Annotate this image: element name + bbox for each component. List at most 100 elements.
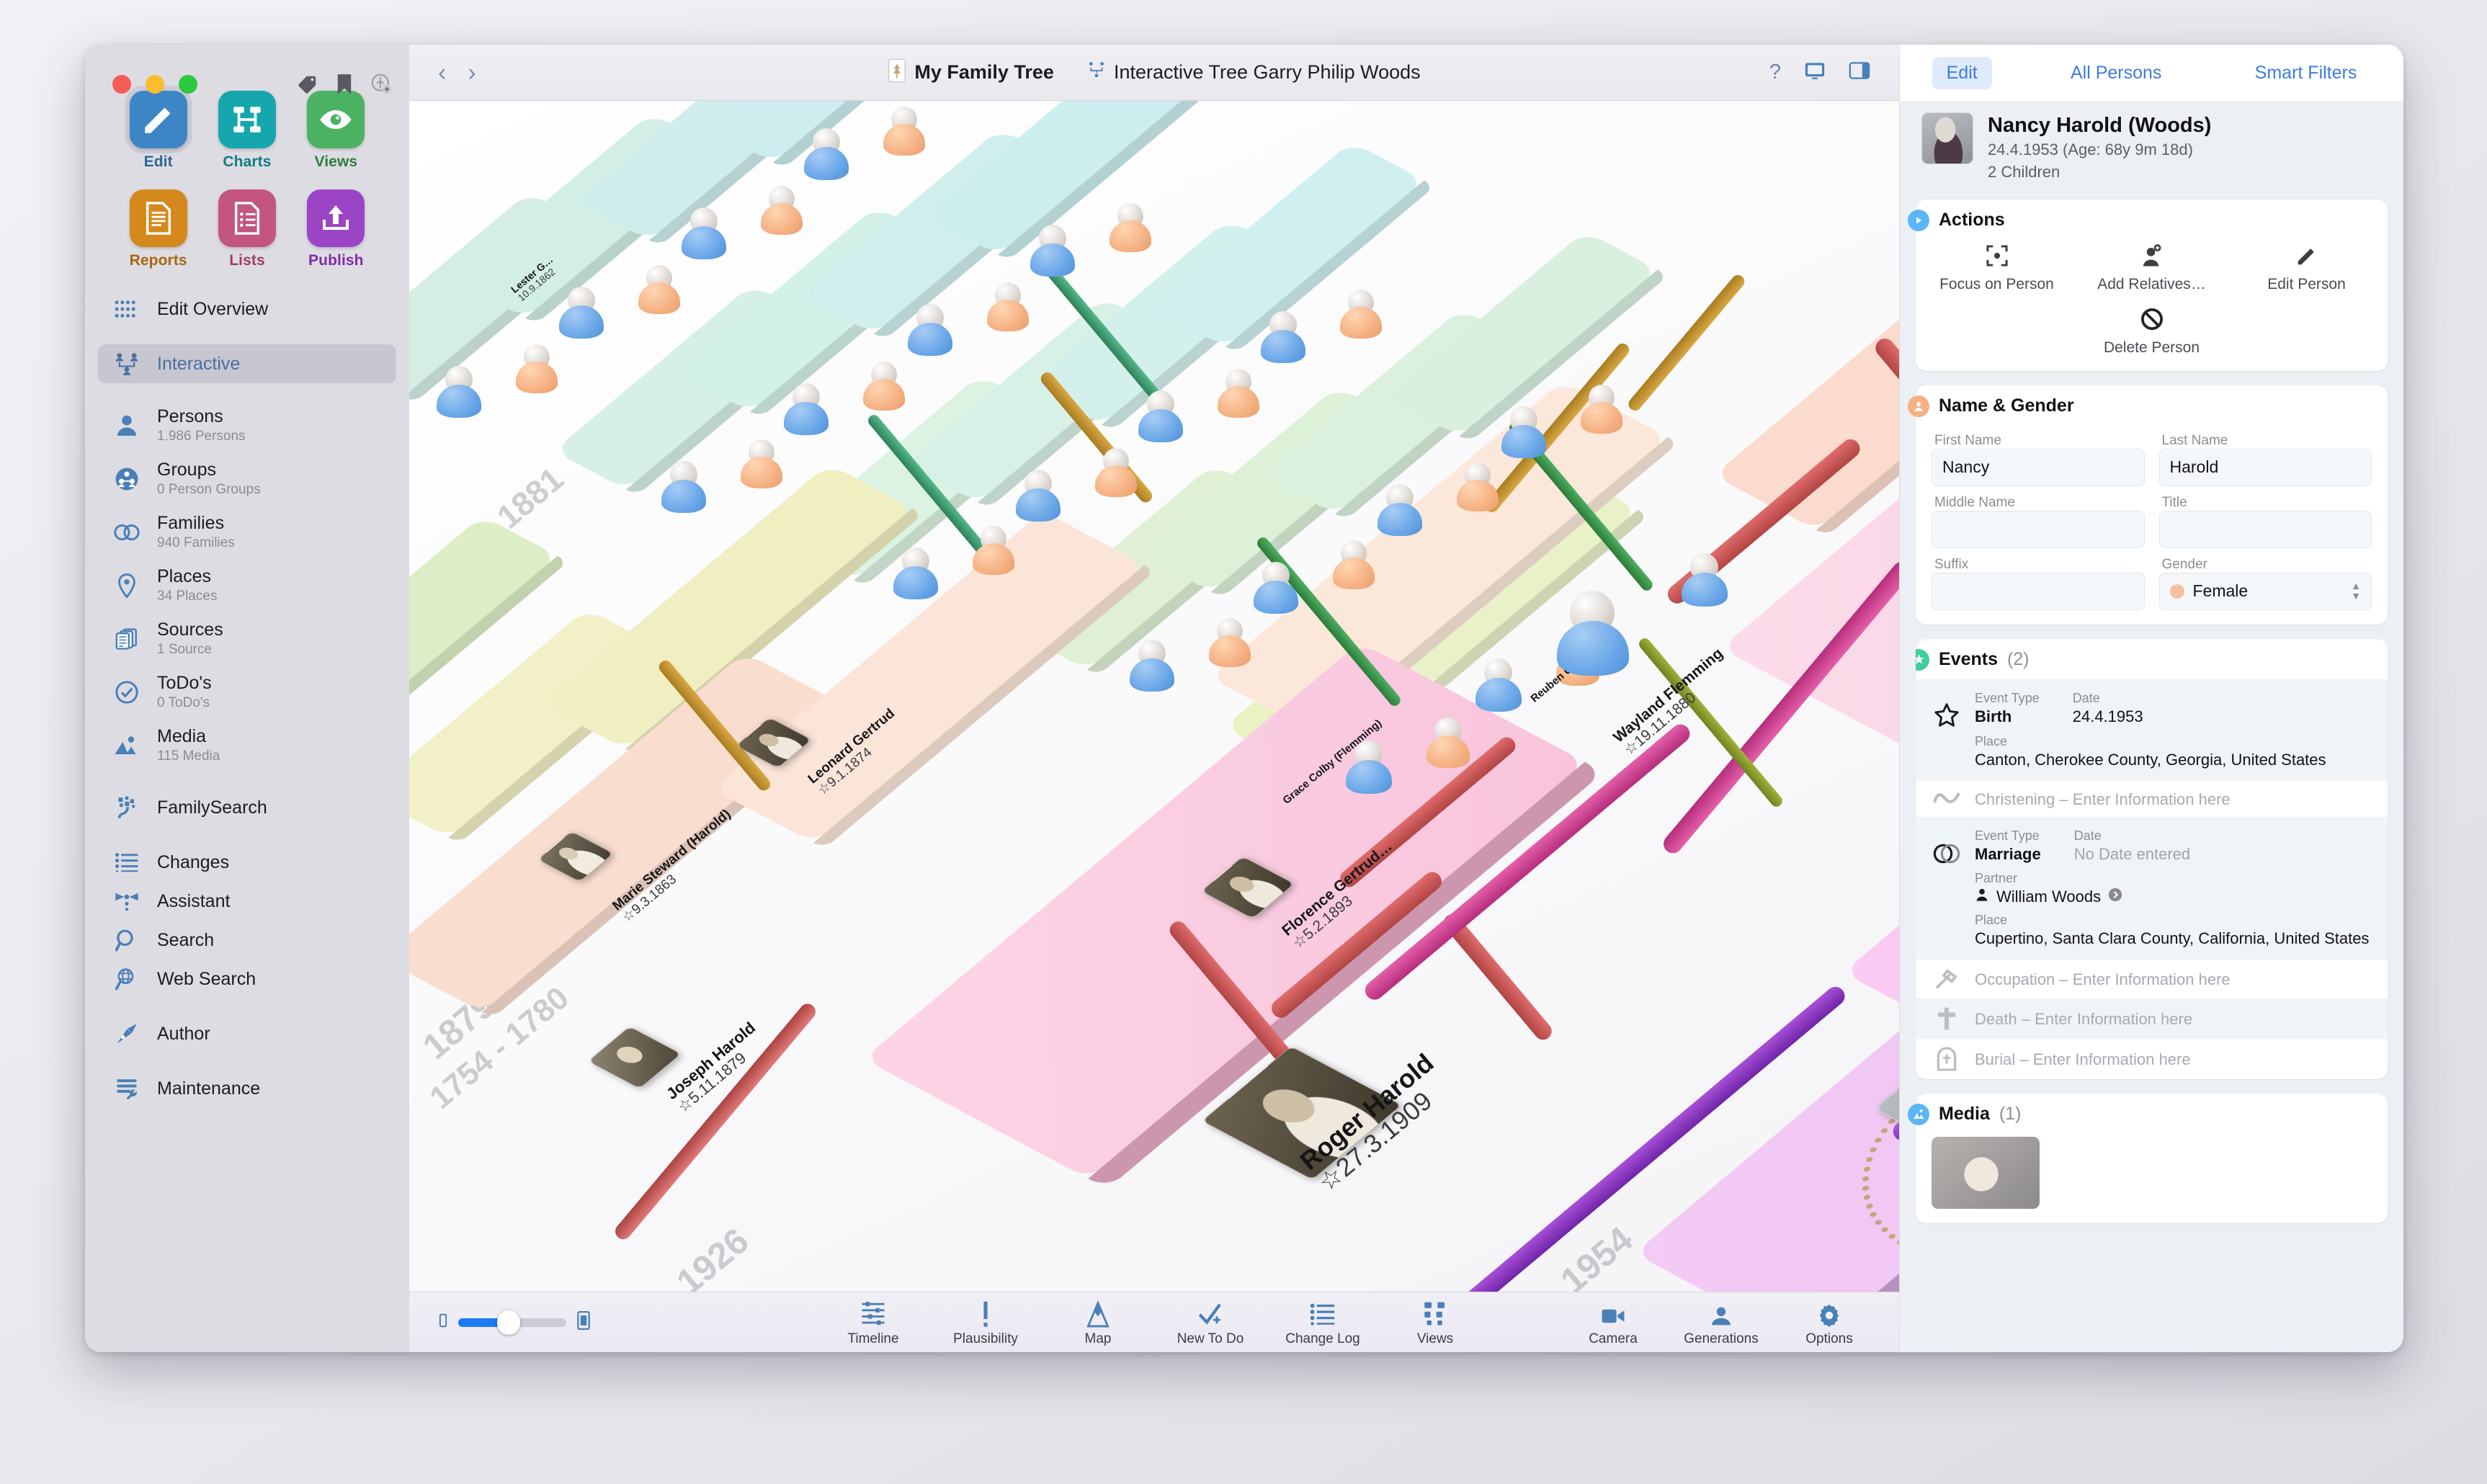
module-launcher: Edit Charts Views Reports Lists Publish [85,91,409,269]
breadcrumb-view[interactable]: Interactive Tree Garry Philip Woods [1087,61,1421,84]
change-log-button[interactable]: Change Log [1283,1297,1362,1347]
grave-icon [1930,1046,1963,1071]
sidebar-item-assistant[interactable]: Assistant [98,882,396,921]
tag-icon[interactable] [297,73,318,95]
sidebar-item-label: Search [157,929,215,950]
document-title: My Family Tree [914,61,1054,83]
launcher-edit[interactable]: Edit [114,91,202,171]
sidebar-item-label: Author [157,1023,210,1044]
launcher-publish-label: Publish [308,252,364,269]
sidebar-item-search[interactable]: Search [98,921,396,960]
add-relatives-button[interactable]: Add Relatives… [2086,241,2217,293]
action-label: Delete Person [2103,339,2200,356]
event-placeholder: Christening – Enter Information here [1975,790,2231,808]
sidebar-item-label: Interactive [157,353,241,374]
sidebar-item-maintenance[interactable]: Maintenance [98,1069,396,1108]
launcher-lists[interactable]: Lists [202,189,291,269]
forward-button[interactable]: › [468,61,475,85]
event-row-christening[interactable]: Christening – Enter Information here [1916,781,2388,817]
figure-female [761,186,803,235]
help-button[interactable]: ? [1769,61,1781,84]
tab-edit[interactable]: Edit [1932,56,1992,89]
chevron-right-icon[interactable] [2108,888,2122,906]
titlebar-right-tools: ? [1769,61,1870,84]
plausibility-button[interactable]: Plausibility [946,1297,1025,1347]
avatar[interactable] [1921,112,1973,164]
figure-male [1682,553,1728,607]
last-name-field[interactable]: Harold [2158,448,2372,486]
sidebar-item-families[interactable]: Families 940 Families [98,506,396,559]
launcher-reports[interactable]: Reports [114,189,202,269]
figure-male [1030,225,1075,277]
launcher-edit-label: Edit [143,153,173,170]
tab-smart-filters[interactable]: Smart Filters [2241,57,2372,89]
add-tree-icon[interactable] [370,73,392,95]
search-icon [111,929,143,952]
gender-select[interactable]: Female ▲ ▼ [2158,572,2372,610]
focus-on-person-button[interactable]: Focus on Person [1932,241,2062,293]
stepper-icon[interactable]: ▲ ▼ [2351,581,2361,601]
bowtie-icon [111,890,143,912]
media-title: Media [1939,1104,1990,1125]
back-button[interactable]: ‹ [438,61,446,85]
media-thumbnail[interactable] [1932,1136,2040,1209]
sidebar-item-todos[interactable]: ToDo's 0 ToDo's [98,666,396,719]
event-row-occupation[interactable]: Occupation – Enter Information here [1916,960,2388,998]
toggle-inspector-icon[interactable] [1849,61,1870,84]
actions-card: Actions Focus on Person Add Relatives… E… [1908,199,2388,371]
minimize-button[interactable] [146,75,164,94]
event-row-marriage[interactable]: Event Type Marriage Date No Date entered… [1916,816,2388,960]
add-person-icon [2141,241,2163,270]
sidebar-item-label: Sources [157,620,223,640]
title-field[interactable] [2158,510,2372,548]
gender-color-dot [2169,584,2184,599]
interactive-tree-canvas[interactable]: 1754 - 1780 1847 - 1881 1879 - 1908 1909… [409,101,1899,1292]
sidebar-item-media[interactable]: Media 115 Media [98,719,396,772]
timeline-button[interactable]: Timeline [834,1297,913,1347]
actions-row-2: Delete Person [1932,305,2372,357]
delete-person-button[interactable]: Delete Person [2084,305,2220,357]
views-button[interactable]: Views [1396,1297,1475,1347]
event-row-death[interactable]: Death – Enter Information here [1916,998,2388,1039]
suffix-field[interactable] [1932,572,2145,610]
bookmark-icon[interactable] [336,73,353,95]
figure-female [1426,718,1470,768]
zoom-button[interactable] [179,75,197,94]
tool-label: Views [1416,1331,1454,1346]
breadcrumb: My Family Tree Interactive Tree Garry Ph… [409,58,1899,86]
sidebar-item-author[interactable]: Author [98,1014,396,1053]
sidebar-item-sublabel: 940 Families [157,535,235,551]
sidebar-item-label: Groups [157,460,216,480]
sidebar-toolbar [297,73,392,95]
sidebar-item-web-search[interactable]: Web Search [98,960,396,998]
sidebar-item-familysearch[interactable]: FamilySearch [98,788,396,827]
sidebar-item-sources[interactable]: Sources 1 Source [98,612,396,666]
launcher-views[interactable]: Views [292,91,380,171]
event-row-burial[interactable]: Burial – Enter Information here [1916,1039,2388,1079]
sidebar-item-changes[interactable]: Changes [98,843,396,882]
sidebar-item-places[interactable]: Places 34 Places [98,559,396,612]
figure-female [1340,290,1382,339]
launcher-charts[interactable]: Charts [202,91,291,171]
tab-all-persons[interactable]: All Persons [2056,57,2176,89]
inspector-segmented-control: Edit All Persons Smart Filters [1900,45,2403,101]
close-button[interactable] [112,75,131,94]
view-title: Interactive Tree Garry Philip Woods [1113,61,1421,83]
map-button[interactable]: Map [1058,1297,1138,1347]
first-name-field[interactable]: Nancy [1932,448,2145,486]
presentation-icon[interactable] [1804,61,1826,84]
sidebar-item-groups[interactable]: Groups 0 Person Groups [98,452,396,506]
window-controls[interactable] [112,75,197,94]
sidebar-item-persons[interactable]: Persons 1.986 Persons [98,399,396,452]
event-row-birth[interactable]: Event Type Birth Date 24.4.1953 Place Ca… [1916,679,2388,781]
new-todo-button[interactable]: New To Do [1171,1297,1250,1347]
sidebar-item-interactive[interactable]: Interactive [98,344,396,383]
figure-female [973,526,1014,575]
edit-person-button[interactable]: Edit Person [2241,241,2372,293]
rings-icon [1930,827,1963,867]
launcher-publish[interactable]: Publish [292,189,380,269]
partner-link[interactable]: William Woods [1975,888,2373,906]
middle-name-field[interactable] [1932,510,2145,548]
breadcrumb-document[interactable]: My Family Tree [888,58,1054,86]
sidebar-item-edit-overview[interactable]: Edit Overview [98,290,396,328]
